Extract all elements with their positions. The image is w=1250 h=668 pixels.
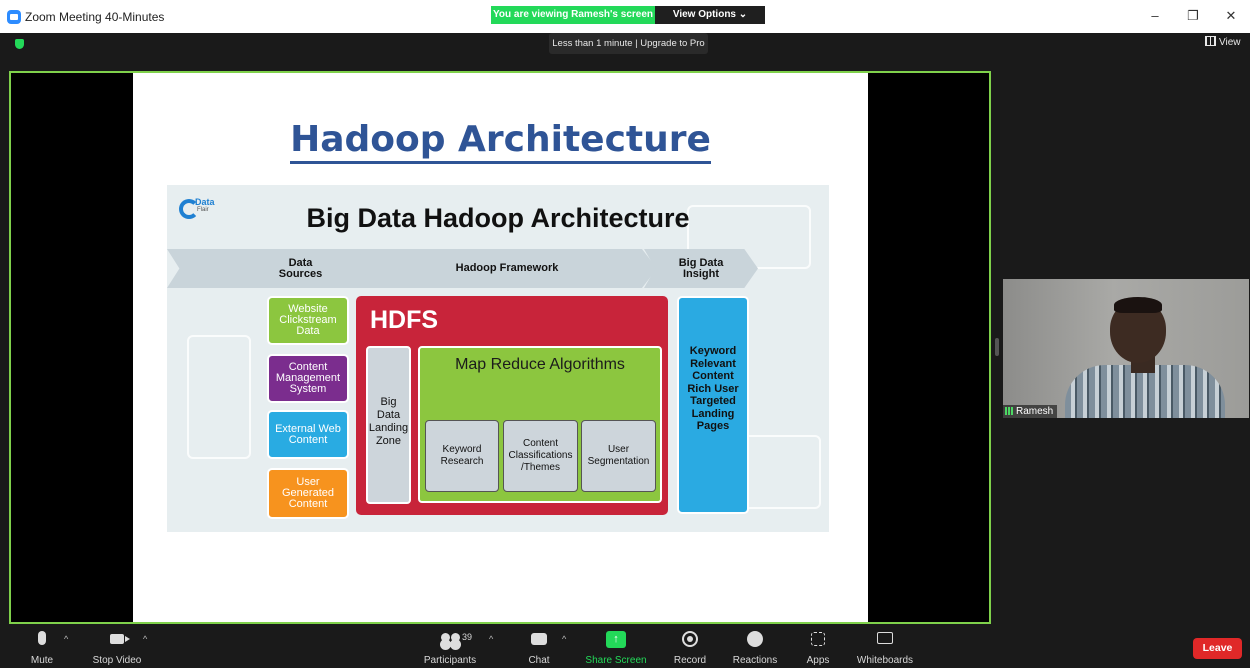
source-external-web: External Web Content xyxy=(267,410,349,459)
apps-button[interactable]: Apps xyxy=(799,625,837,668)
stop-video-button[interactable]: Stop Video xyxy=(88,625,146,668)
chat-bubble-icon xyxy=(531,633,547,645)
meeting-timer-notice[interactable]: Less than 1 minute | Upgrade to Pro xyxy=(549,33,708,54)
stage-big-data-insight: Big Data Insight xyxy=(644,249,758,288)
chat-options-chevron-icon[interactable]: ^ xyxy=(562,634,566,644)
viewing-screen-banner: You are viewing Ramesh's screen xyxy=(491,6,655,24)
hdfs-block: HDFS Big Data Landing Zone Map Reduce Al… xyxy=(356,296,668,515)
diagram-title: Big Data Hadoop Architecture xyxy=(306,203,690,233)
whiteboards-button[interactable]: Whiteboards xyxy=(846,625,924,668)
participant-name: Ramesh xyxy=(1016,406,1054,417)
source-user-generated: User Generated Content xyxy=(267,468,349,519)
whiteboard-icon xyxy=(877,632,893,644)
source-website-clickstream: Website Clickstream Data xyxy=(267,296,349,345)
participant-hair xyxy=(1114,297,1162,313)
algorithm-keyword-research: Keyword Research xyxy=(425,420,499,492)
mute-button[interactable]: Mute xyxy=(22,625,62,668)
record-button[interactable]: Record xyxy=(668,625,712,668)
map-reduce-block: Map Reduce Algorithms Keyword Research C… xyxy=(418,346,662,503)
close-icon[interactable]: ✕ xyxy=(1219,7,1243,25)
audio-options-chevron-icon[interactable]: ^ xyxy=(64,634,68,644)
architecture-diagram: Data Flair Big Data Hadoop Architecture … xyxy=(167,185,829,532)
smiley-icon xyxy=(747,631,763,647)
stage-hadoop-framework: Hadoop Framework xyxy=(357,249,657,288)
chat-label: Chat xyxy=(528,655,550,666)
insight-block: Keyword Relevant Content Rich User Targe… xyxy=(677,296,749,514)
reactions-label: Reactions xyxy=(732,655,778,666)
title-bar: Zoom Meeting 40-Minutes You are viewing … xyxy=(0,0,1250,33)
participants-icon xyxy=(440,633,462,645)
algorithm-content-classifications: Content Classifications /Themes xyxy=(503,420,578,492)
panel-splitter[interactable] xyxy=(995,338,999,356)
leave-button[interactable]: Leave xyxy=(1193,638,1242,659)
hdfs-label: HDFS xyxy=(370,306,439,334)
record-icon xyxy=(682,631,698,647)
security-shield-icon[interactable] xyxy=(15,39,24,49)
participants-count: 39 xyxy=(462,632,473,642)
landing-zone: Big Data Landing Zone xyxy=(366,346,411,504)
stop-video-label: Stop Video xyxy=(92,655,142,666)
participant-name-tag: Ramesh xyxy=(1003,405,1058,418)
reactions-button[interactable]: Reactions xyxy=(728,625,782,668)
chat-button[interactable]: Chat xyxy=(520,625,558,668)
algorithm-user-segmentation: User Segmentation xyxy=(581,420,656,492)
signal-strength-icon xyxy=(1005,407,1013,415)
zoom-logo-icon xyxy=(7,10,21,24)
record-label: Record xyxy=(673,655,707,666)
view-layout-button[interactable]: View xyxy=(1205,36,1241,48)
map-reduce-label: Map Reduce Algorithms xyxy=(455,356,625,373)
apps-icon xyxy=(811,632,825,646)
participant-video-tile[interactable] xyxy=(1003,279,1249,418)
whiteboards-label: Whiteboards xyxy=(856,655,914,666)
video-options-chevron-icon[interactable]: ^ xyxy=(143,634,147,644)
view-options-button[interactable]: View Options ⌄ xyxy=(655,6,765,24)
video-camera-icon xyxy=(110,634,130,644)
participants-label: Participants xyxy=(423,655,477,666)
share-screen-icon: ↑ xyxy=(606,631,626,648)
share-screen-button[interactable]: ↑ Share Screen xyxy=(584,625,648,668)
background-line xyxy=(187,335,251,459)
meeting-toolbar: Mute ^ Stop Video ^ Participants 39 ^ Ch… xyxy=(0,625,1250,668)
stage-data-sources: Data Sources xyxy=(167,249,374,288)
restore-icon[interactable]: ❐ xyxy=(1181,7,1205,25)
mute-label: Mute xyxy=(30,655,54,666)
grid-icon xyxy=(1205,36,1216,46)
share-screen-label: Share Screen xyxy=(585,655,647,666)
source-content-management: Content Management System xyxy=(267,354,349,403)
window-title: Zoom Meeting 40-Minutes xyxy=(25,10,165,24)
view-label: View xyxy=(1219,37,1241,48)
presentation-slide: Hadoop Architecture Data Flair Big Data … xyxy=(133,73,868,622)
apps-label: Apps xyxy=(806,655,830,666)
participants-options-chevron-icon[interactable]: ^ xyxy=(489,634,493,644)
slide-title: Hadoop Architecture xyxy=(133,119,868,164)
microphone-icon xyxy=(38,631,46,645)
participants-button[interactable]: Participants xyxy=(418,625,482,668)
minimize-icon[interactable]: – xyxy=(1143,7,1167,25)
